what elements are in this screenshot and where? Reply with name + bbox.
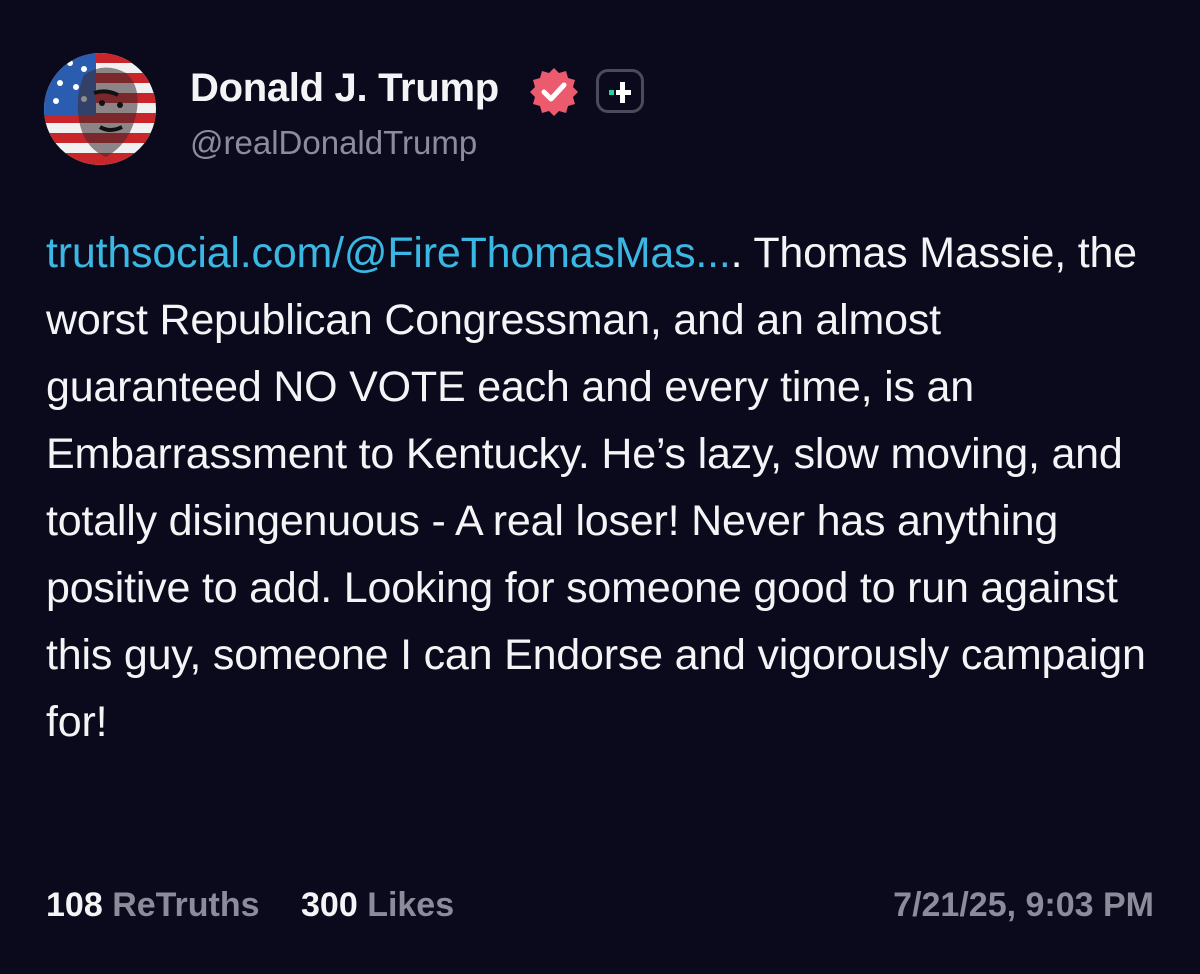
retruths-label: ReTruths — [112, 886, 260, 924]
retruths-count: 108 — [46, 886, 103, 924]
post-card: Donald J. Trump @realDonaldTrump truthso… — [0, 0, 1200, 974]
post-body: truthsocial.com/@FireThomasMas.... Thoma… — [46, 220, 1156, 756]
post-link[interactable]: truthsocial.com/@FireThomasMas... — [46, 229, 731, 277]
likes-stat[interactable]: 300 Likes — [301, 886, 454, 925]
post-timestamp[interactable]: 7/21/25, 9:03 PM — [893, 886, 1154, 925]
likes-count: 300 — [301, 886, 358, 924]
retruths-stat[interactable]: 108 ReTruths — [46, 886, 260, 925]
verified-badge-icon — [528, 66, 580, 118]
avatar[interactable] — [44, 53, 156, 165]
avatar-flag-portrait-icon — [44, 53, 156, 165]
user-handle[interactable]: @realDonaldTrump — [190, 124, 477, 162]
likes-label: Likes — [367, 886, 455, 924]
truth-plus-badge-icon — [596, 69, 644, 113]
post-stats: 108 ReTruths 300 Likes — [46, 886, 486, 925]
post-text: . Thomas Massie, the worst Republican Co… — [46, 229, 1146, 746]
display-name[interactable]: Donald J. Trump — [190, 66, 499, 111]
